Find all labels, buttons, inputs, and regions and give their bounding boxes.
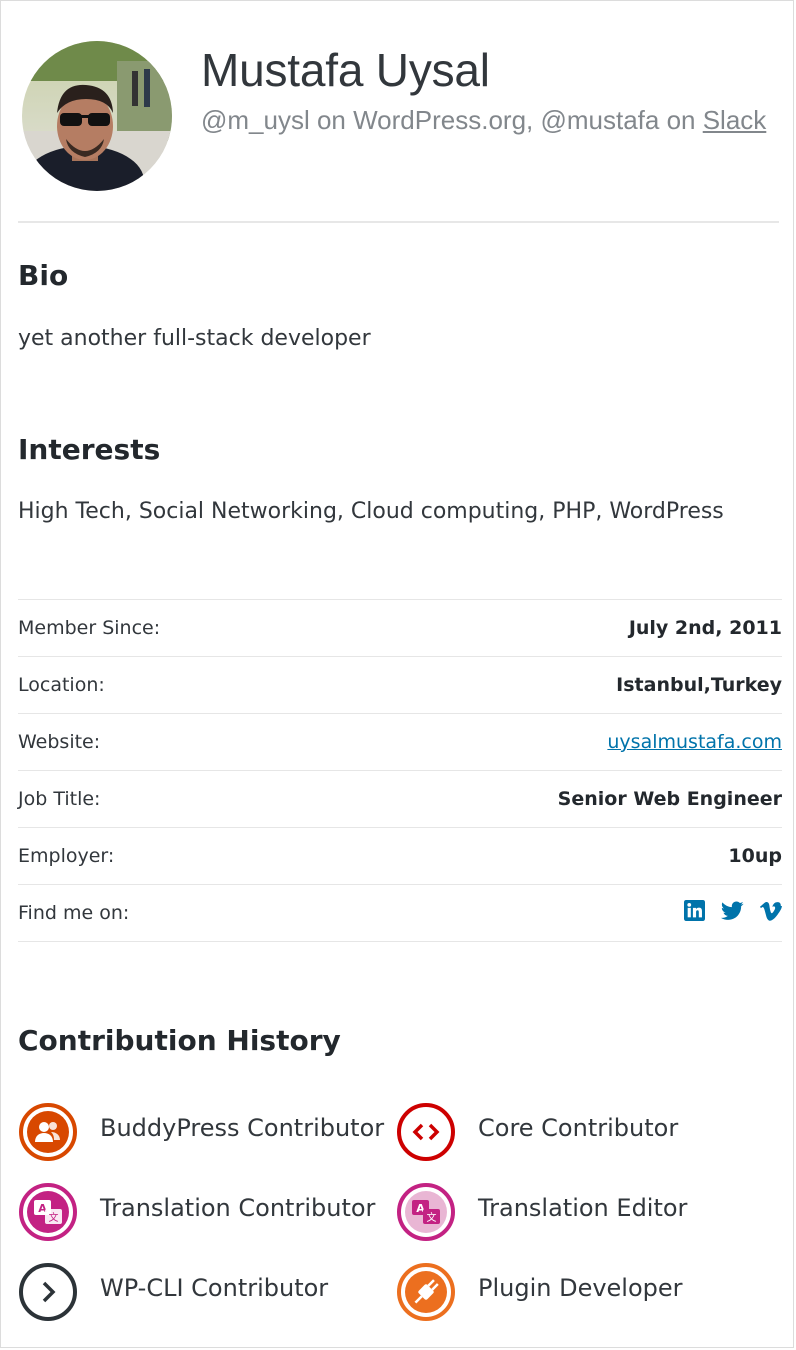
translation-icon: A 文 <box>397 1183 455 1241</box>
detail-row-job-title: Job Title: Senior Web Engineer <box>18 770 782 828</box>
profile-page: Mustafa Uysal @m_uysl on WordPress.org, … <box>0 0 794 1348</box>
plug-icon <box>397 1263 455 1321</box>
chevron-right-icon <box>19 1263 77 1321</box>
detail-label: Location: <box>18 674 105 696</box>
handles-text: @m_uysl on WordPress.org, @mustafa on <box>201 105 703 135</box>
slack-link[interactable]: Slack <box>703 105 767 135</box>
detail-row-member-since: Member Since: July 2nd, 2011 <box>18 599 782 657</box>
contribution-label: WP-CLI Contributor <box>100 1274 329 1302</box>
website-link[interactable]: uysalmustafa.com <box>607 731 782 753</box>
profile-details-table: Member Since: July 2nd, 2011 Location: I… <box>18 599 782 942</box>
contribution-label: Translation Contributor <box>100 1194 376 1222</box>
code-icon <box>397 1103 455 1161</box>
detail-value: uysalmustafa.com <box>314 714 782 771</box>
interests-text: High Tech, Social Networking, Cloud comp… <box>18 499 724 524</box>
detail-row-website: Website: uysalmustafa.com <box>18 713 782 771</box>
bio-text: yet another full-stack developer <box>18 326 371 351</box>
detail-row-location: Location: Istanbul,Turkey <box>18 656 782 714</box>
profile-handles: @m_uysl on WordPress.org, @mustafa on Sl… <box>201 105 766 136</box>
detail-label: Job Title: <box>18 788 101 810</box>
linkedin-icon[interactable] <box>684 900 705 921</box>
detail-row-employer: Employer: 10up <box>18 827 782 885</box>
svg-text:文: 文 <box>427 1211 437 1224</box>
avatar-photo <box>22 41 172 191</box>
contribution-label: Translation Editor <box>478 1194 688 1222</box>
detail-value: Senior Web Engineer <box>557 788 782 810</box>
vimeo-icon[interactable] <box>760 901 782 921</box>
detail-label: Website: <box>18 731 101 753</box>
detail-row-find-me: Find me on: <box>18 884 782 942</box>
detail-label: Find me on: <box>18 902 130 924</box>
detail-value <box>314 885 782 942</box>
contribution-heading: Contribution History <box>18 1024 341 1057</box>
contribution-label: Core Contributor <box>478 1114 679 1142</box>
bio-heading: Bio <box>18 259 69 292</box>
contribution-label: BuddyPress Contributor <box>100 1114 385 1142</box>
detail-value: July 2nd, 2011 <box>628 617 782 639</box>
detail-label: Member Since: <box>18 617 161 639</box>
avatar[interactable] <box>22 41 172 191</box>
social-links <box>684 900 782 921</box>
svg-text:文: 文 <box>49 1211 59 1224</box>
translation-icon: A 文 <box>19 1183 77 1241</box>
interests-heading: Interests <box>18 433 161 466</box>
detail-label: Employer: <box>18 845 115 867</box>
contribution-label: Plugin Developer <box>478 1274 683 1302</box>
header-divider <box>18 221 779 223</box>
detail-value: Istanbul,Turkey <box>616 674 782 696</box>
detail-value: 10up <box>728 845 782 867</box>
buddypress-icon <box>19 1103 77 1161</box>
twitter-icon[interactable] <box>721 901 744 921</box>
profile-name: Mustafa Uysal <box>201 44 490 96</box>
